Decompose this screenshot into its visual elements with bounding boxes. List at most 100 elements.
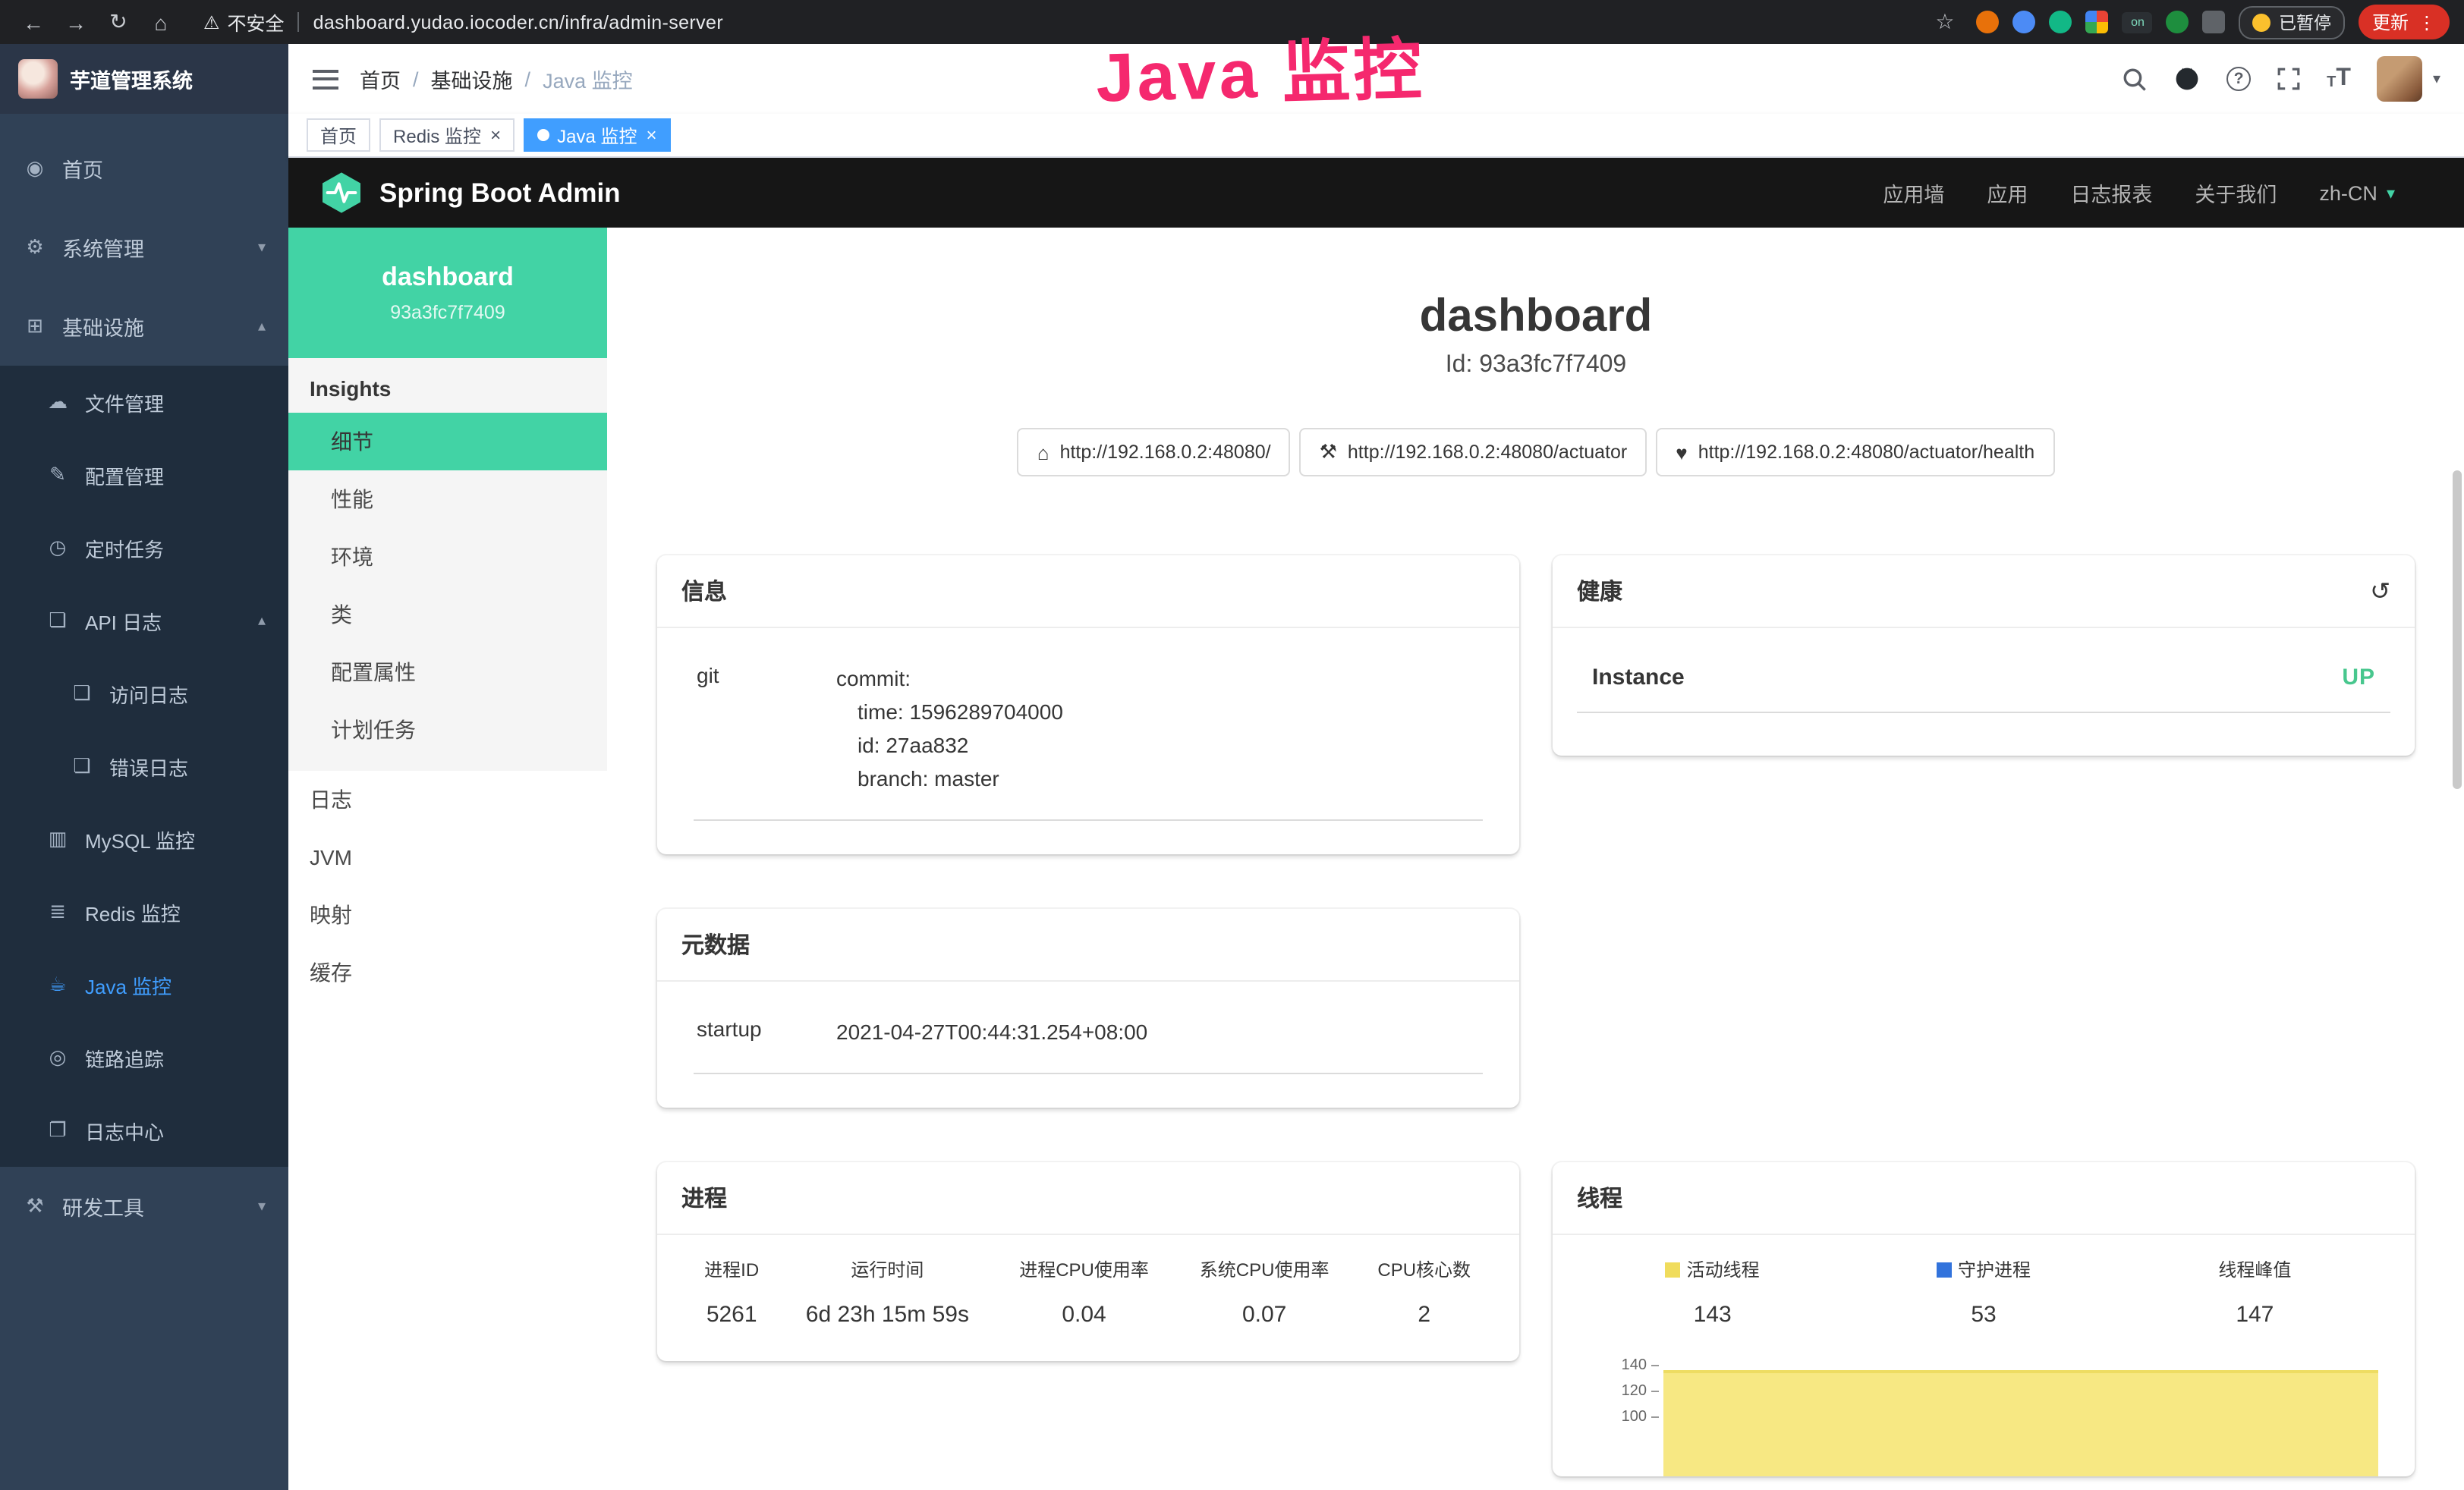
extension-icon[interactable] [1977, 11, 2000, 33]
url-text[interactable]: dashboard.yudao.iocoder.cn/infra/admin-s… [313, 11, 724, 33]
instance-header[interactable]: dashboard 93a3fc7f7409 [288, 228, 607, 358]
sidebar-item-system[interactable]: ⚙ 系统管理 ▾ [0, 208, 288, 287]
chevron-down-icon[interactable]: ▾ [2433, 71, 2440, 87]
sba-brand[interactable]: Spring Boot Admin [319, 170, 621, 215]
browser-viewport: 芋道管理系统 ◉ 首页 ⚙ 系统管理 ▾ ⊞ 基础设施 ▴ [0, 44, 2464, 1490]
scrollbar-thumb[interactable] [2453, 470, 2462, 789]
fullscreen-icon[interactable] [2277, 67, 2301, 91]
search-icon[interactable] [2122, 66, 2148, 92]
sidebar-item-java-monitor[interactable]: ☕ Java 监控 [0, 948, 288, 1021]
screen: ← → ↻ ⌂ ⚠ 不安全 dashboard.yudao.iocoder.cn… [0, 0, 2464, 1490]
sidebar-item-error-log[interactable]: ❏ 错误日志 [0, 730, 288, 803]
sidebar-item-scheduled-job[interactable]: ◷ 定时任务 [0, 511, 288, 584]
sidebar-toggle-icon[interactable] [313, 69, 338, 89]
sidebar-item-file-manage[interactable]: ☁ 文件管理 [0, 366, 288, 439]
process-pid: 5261 [678, 1302, 785, 1328]
sba-item-details[interactable]: 细节 [288, 413, 607, 470]
sidebar-item-trace[interactable]: ◎ 链路追踪 [0, 1021, 288, 1094]
tab-home[interactable]: 首页 [307, 118, 370, 152]
sidebar-item-log-center[interactable]: ❐ 日志中心 [0, 1094, 288, 1167]
sidebar-item-config-manage[interactable]: ✎ 配置管理 [0, 439, 288, 511]
app-logo[interactable]: 芋道管理系统 [0, 44, 288, 114]
nav-journal[interactable]: 日志报表 [2070, 178, 2152, 208]
browser-toolbar-right: ☆ on 已暂停 更新 ⋮ [1927, 5, 2450, 39]
sidebar-item-home[interactable]: ◉ 首页 [0, 129, 288, 208]
process-col-header: 进程ID [678, 1256, 785, 1282]
link-actuator-url[interactable]: ⚒ http://192.168.0.2:48080/actuator [1300, 428, 1647, 476]
tab-redis-monitor[interactable]: Redis 监控 × [379, 118, 515, 152]
health-instance-row[interactable]: Instance UP [1577, 646, 2390, 713]
sidebar-item-mysql-monitor[interactable]: ▥ MySQL 监控 [0, 803, 288, 875]
browser-home-icon[interactable]: ⌂ [143, 10, 179, 34]
sidebar-item-dev-tools[interactable]: ⚒ 研发工具 ▾ [0, 1167, 288, 1246]
help-icon[interactable]: ? [2226, 67, 2251, 91]
nav-about[interactable]: 关于我们 [2195, 178, 2277, 208]
threads-legend: 活动线程 143 守护进程 [1577, 1256, 2390, 1328]
sba-body: dashboard 93a3fc7f7409 Insights 细节 性能 环境… [288, 228, 2464, 1490]
reload-icon[interactable]: ↻ [100, 9, 137, 35]
legend-daemon-threads: 守护进程 53 [1848, 1256, 2119, 1328]
sidebar-item-access-log[interactable]: ❏ 访问日志 [0, 657, 288, 730]
close-icon[interactable]: × [490, 124, 501, 146]
instance-name: dashboard [382, 262, 514, 293]
font-size-icon[interactable]: TT [2327, 67, 2351, 91]
breadcrumb-infra[interactable]: 基础设施 [431, 64, 513, 94]
sidebar-item-label: 配置管理 [85, 461, 164, 489]
sidebar-item-redis-monitor[interactable]: ≣ Redis 监控 [0, 875, 288, 948]
cloud-icon: ☁ [46, 390, 70, 414]
browser-menu-icon[interactable]: ⋮ [2418, 11, 2436, 33]
link-service-url[interactable]: ⌂ http://192.168.0.2:48080/ [1018, 428, 1291, 476]
info-key: git [697, 662, 836, 795]
warning-icon: ⚠ [203, 11, 220, 33]
paused-badge[interactable]: 已暂停 [2239, 5, 2345, 39]
process-col-header: 进程CPU使用率 [990, 1256, 1178, 1282]
back-icon[interactable]: ← [15, 10, 52, 34]
extension-puzzle-icon[interactable] [2203, 11, 2226, 33]
sidebar-item-label: 首页 [62, 153, 103, 184]
tab-java-monitor[interactable]: Java 监控 × [524, 118, 670, 152]
forward-icon[interactable]: → [58, 10, 94, 34]
bookmark-star-icon[interactable]: ☆ [1927, 9, 1963, 35]
sidebar-item-api-log[interactable]: ❏ API 日志 ▴ [0, 584, 288, 657]
locale-label: zh-CN [2319, 181, 2377, 204]
nav-wallboard[interactable]: 应用墙 [1883, 178, 1944, 208]
process-col-header: 系统CPU使用率 [1179, 1256, 1351, 1282]
extension-icon[interactable] [2013, 11, 2036, 33]
github-icon[interactable] [2173, 65, 2201, 93]
close-icon[interactable]: × [646, 124, 656, 146]
user-avatar[interactable] [2377, 56, 2422, 102]
sidebar-item-infra[interactable]: ⊞ 基础设施 ▴ [0, 287, 288, 366]
sba-item-classes[interactable]: 类 [288, 586, 607, 643]
extension-icon[interactable] [2167, 11, 2189, 33]
nav-applications[interactable]: 应用 [1987, 178, 2028, 208]
metadata-value: 2021-04-27T00:44:31.254+08:00 [836, 1015, 1147, 1048]
sba-item-jvm[interactable]: JVM [288, 828, 607, 886]
extension-on-icon[interactable]: on [2123, 11, 2153, 33]
sba-item-mappings[interactable]: 映射 [288, 886, 607, 944]
font-size-big-t: T [2336, 67, 2351, 91]
locale-select[interactable]: zh-CN ▾ [2319, 181, 2395, 204]
history-icon[interactable]: ↺ [2370, 576, 2390, 606]
log-icon: ❏ [46, 608, 70, 633]
sba-item-caches[interactable]: 缓存 [288, 944, 607, 1001]
sba-item-scheduled-tasks[interactable]: 计划任务 [288, 701, 607, 759]
sba-content: dashboard Id: 93a3fc7f7409 ⌂ http://192.… [607, 228, 2464, 1490]
legend-active-threads: 活动线程 143 [1577, 1256, 1848, 1328]
update-button[interactable]: 更新 ⋮ [2359, 5, 2450, 39]
header-actions: ? TT ▾ [2122, 56, 2440, 102]
sba-item-loggers[interactable]: 日志 [288, 771, 607, 828]
legend-label: 守护进程 [1958, 1256, 2031, 1282]
paused-label: 已暂停 [2279, 10, 2331, 34]
sba-item-environment[interactable]: 环境 [288, 528, 607, 586]
extension-icon[interactable] [2050, 11, 2072, 33]
page-instance-id: Id: 93a3fc7f7409 [607, 352, 2464, 379]
link-health-url[interactable]: ♥ http://192.168.0.2:48080/actuator/heal… [1656, 428, 2054, 476]
link-label: http://192.168.0.2:48080/actuator/health [1698, 442, 2034, 463]
address-bar[interactable]: ⚠ 不安全 dashboard.yudao.iocoder.cn/infra/a… [203, 8, 723, 36]
extension-icon[interactable] [2086, 11, 2109, 33]
card-title: 信息 [657, 555, 1519, 628]
logo-avatar [18, 59, 58, 99]
sba-item-metrics[interactable]: 性能 [288, 470, 607, 528]
breadcrumb-home[interactable]: 首页 [360, 64, 401, 94]
sba-item-config-properties[interactable]: 配置属性 [288, 643, 607, 701]
